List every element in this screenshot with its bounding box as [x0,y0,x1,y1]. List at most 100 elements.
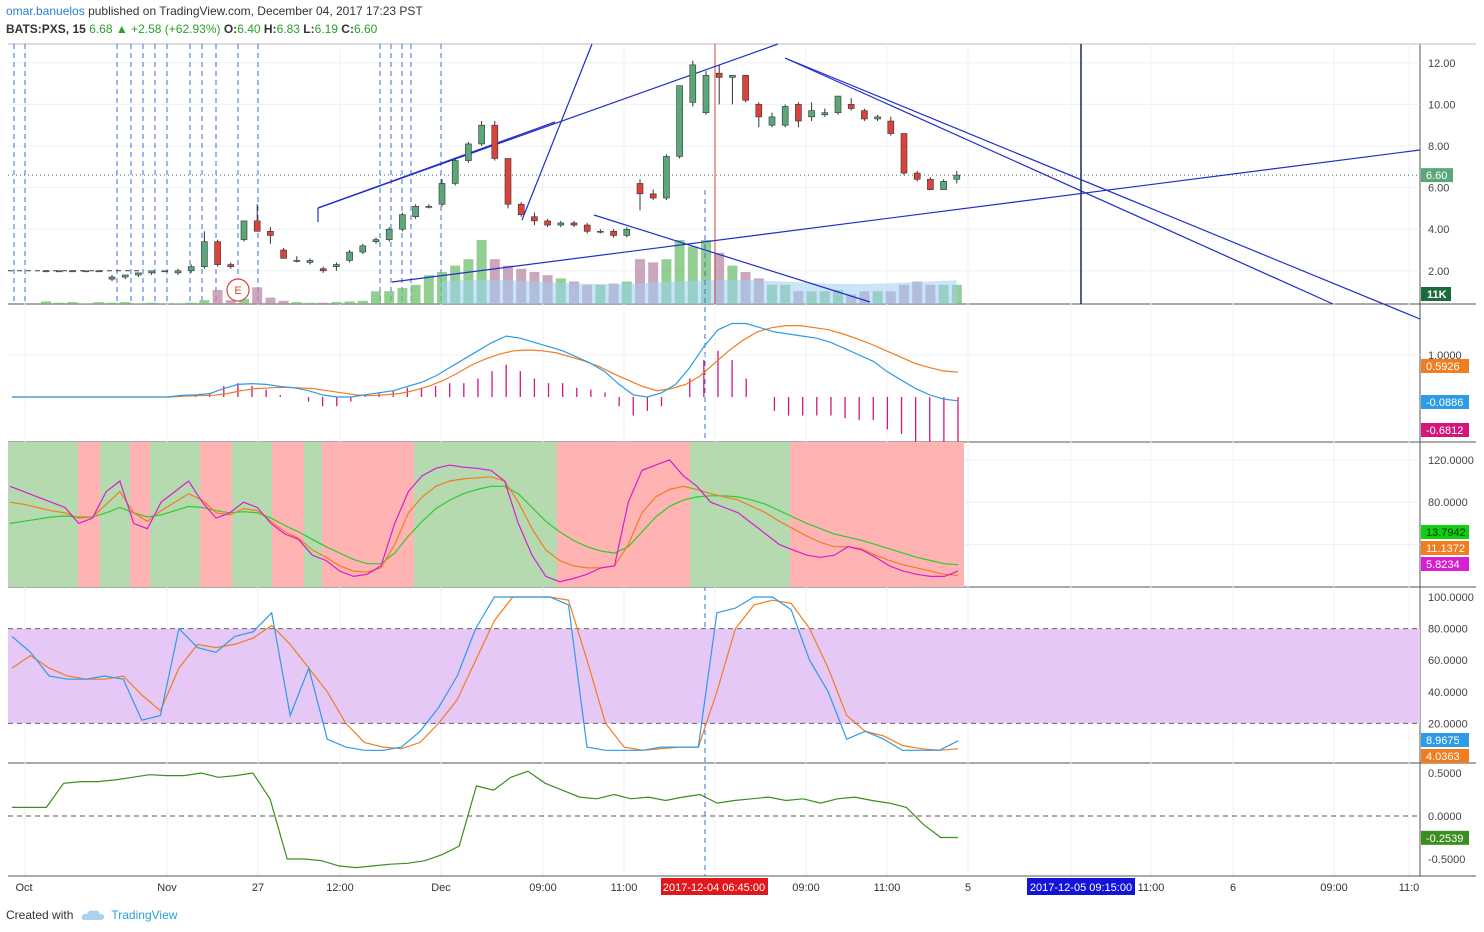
candle-body [214,241,221,265]
candle-body [425,206,433,208]
volume-bar [331,302,342,304]
tradingview-logo[interactable]: TradingView [81,908,177,922]
rsi-bull-zone [414,442,557,587]
candle-body [729,74,736,78]
rsi-bear-zone [322,442,414,587]
candle-body [834,95,842,114]
candle-body [42,270,50,273]
up-arrow-icon: ▲ [115,22,128,36]
chart-header: omar.banuelos published on TradingView.c… [6,4,1476,40]
stoch-tick: 20.0000 [1428,718,1468,730]
volume-bar [410,284,421,304]
volume-bar [344,301,355,304]
candle-body [148,270,155,274]
symbol-label[interactable]: BATS:PXS, 15 [6,22,86,36]
time-tick: 09:00 [1320,882,1348,894]
price-tick: 12.00 [1428,58,1456,70]
candle-body [940,181,947,190]
candle-body [610,230,617,236]
last-price: 6.68 [89,22,113,36]
price-tick: 10.00 [1428,99,1456,111]
time-tick: 09:00 [529,882,557,894]
candle-body [465,143,472,161]
candle-body [399,214,406,230]
time-tick: Dec [431,882,451,894]
candle-body [372,239,380,242]
time-marker-blue-text: 2017-12-05 09:15:00 [1030,882,1132,894]
volume-bar [305,302,315,304]
candle-body [795,104,802,122]
time-tick: 11:00 [1138,882,1165,894]
high-label: H: [263,22,277,36]
close-value: 6.60 [353,22,378,36]
publish-text: published on TradingView.com, December 0… [88,4,423,18]
rsi-bull-zone [150,442,200,587]
volume-bar [159,303,170,304]
candle-body [953,174,961,180]
volume-bar [67,302,78,304]
volume-bar [199,300,210,304]
price-axis: 12.0010.008.006.004.002.006.6011K1.00000… [1421,58,1474,866]
candle-body [847,104,855,109]
low-value: 6.19 [314,22,338,36]
candle-body [887,120,895,134]
price-tick: 6.00 [1428,183,1449,195]
stoch-tick: 60.0000 [1428,655,1468,667]
volume-bar [107,302,117,304]
high-value: 6.83 [276,22,300,36]
time-tick: 11:0 [1399,882,1420,894]
candle-body [557,222,565,226]
candle-body [900,133,908,174]
time-tick: Oct [15,882,32,894]
time-tick: 09:00 [792,882,820,894]
candle-body [755,104,763,118]
volume-bar [212,289,223,304]
candle-body [742,74,749,101]
candle-body [689,64,697,103]
stoch-tick: 40.0000 [1428,687,1468,699]
publish-line: omar.banuelos published on TradingView.c… [6,4,423,18]
candle-body [69,270,76,273]
candle-body [359,245,367,253]
price-tick: 2.00 [1428,266,1449,278]
price-tick: 4.00 [1428,224,1449,236]
cloud-icon [82,910,105,920]
candle-body [478,124,485,145]
volume-bar [41,301,51,304]
candle-body [121,274,129,278]
candle-body [95,270,103,273]
candle-body [927,178,934,190]
candle-body [623,228,631,236]
candle-body [161,270,169,273]
candle-body [702,74,710,114]
volume-bar [265,297,276,304]
volume-bar [120,302,131,304]
rsi-value-text: 5.8234 [1426,559,1460,571]
candle-body [108,276,116,280]
author-link[interactable]: omar.banuelos [6,4,85,18]
candle-body [531,216,538,222]
price-change: +2.58 (+62.93%) [131,22,221,36]
ohlc-line: BATS:PXS, 15 6.68 ▲ +2.58 (+62.93%) O:6.… [6,22,377,36]
candle-body [861,110,868,120]
macd-value-text: 0.5926 [1426,361,1460,373]
chart-canvas[interactable]: E 12.0010.008.006.004.002.006.6011K1.000… [0,40,1484,898]
candle-body [808,110,815,118]
candle-body [504,158,512,205]
volume-bar [371,291,381,304]
tradingview-brand: TradingView [111,908,178,922]
candle-body [676,85,683,157]
stoch-tick: 100.0000 [1428,592,1474,604]
candle-body [227,264,235,267]
candle-body [187,266,195,272]
volume-bar [318,302,329,304]
osc-tick: 0.5000 [1428,768,1462,780]
volume-bar [93,302,104,304]
candle-body [821,112,829,116]
candle-body [768,116,776,126]
footer: Created with TradingView [6,905,177,925]
candle-body [82,270,89,273]
volume-bar [146,302,157,304]
candle-body [781,106,789,126]
candle-body [412,206,419,218]
